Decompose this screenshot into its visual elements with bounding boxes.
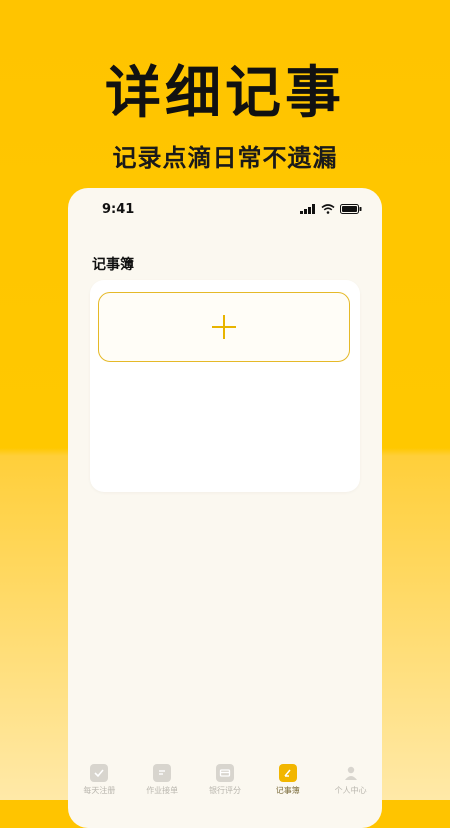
- promo-headline: 详细记事: [105, 61, 345, 126]
- add-note-button[interactable]: [98, 292, 350, 362]
- battery-icon: [340, 204, 362, 214]
- tab-daily-register[interactable]: 每天注册: [70, 764, 128, 796]
- tab-label: 每天注册: [83, 786, 116, 795]
- tab-label: 作业接单: [146, 786, 179, 795]
- notebook-title: 记事簿: [92, 257, 134, 273]
- signal-icon: [300, 204, 315, 214]
- document-icon: [153, 764, 172, 782]
- status-icons: [300, 204, 362, 214]
- promo-subheadline: 记录点滴日常不遗漏: [112, 144, 338, 172]
- wifi-icon: [321, 204, 335, 214]
- tab-bar: 每天注册 作业接单 银行评分 记事簿 个人中心: [68, 764, 382, 804]
- tab-label: 个人中心: [334, 786, 367, 795]
- tab-notebook[interactable]: 记事簿: [259, 764, 317, 796]
- notebook-card: [90, 280, 360, 492]
- checklist-icon: [90, 764, 109, 782]
- tab-label: 记事簿: [275, 786, 300, 795]
- person-icon: [342, 764, 360, 782]
- tab-profile[interactable]: 个人中心: [322, 764, 380, 796]
- status-bar: 9:41: [68, 188, 382, 232]
- tab-homework-orders[interactable]: 作业接单: [133, 764, 191, 796]
- plus-icon: [212, 315, 236, 339]
- tab-label: 银行评分: [208, 786, 241, 795]
- notebook-icon: [278, 764, 297, 782]
- tab-bank-rating[interactable]: 银行评分: [196, 764, 254, 796]
- status-time: 9:41: [102, 202, 135, 217]
- bank-card-icon: [215, 764, 234, 782]
- phone-mockup: 9:41 记事簿 每天注册 作业接单 银行评分 记事簿 个人中心: [68, 188, 382, 828]
